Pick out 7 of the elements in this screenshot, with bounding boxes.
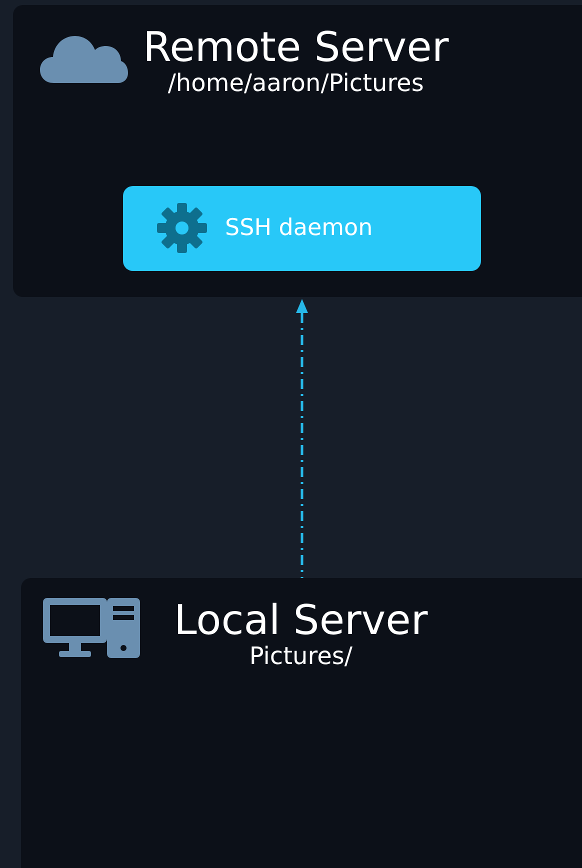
service-label: SSH daemon (225, 215, 373, 242)
desktop-computer-icon (43, 598, 140, 658)
path-text: /home/aaron/Pictures (168, 70, 424, 98)
panel-title: Local Server (174, 598, 428, 644)
gear-icon (157, 203, 207, 254)
path-text: Pictures/ (249, 643, 352, 671)
panel-title: Remote Server (143, 25, 449, 70)
